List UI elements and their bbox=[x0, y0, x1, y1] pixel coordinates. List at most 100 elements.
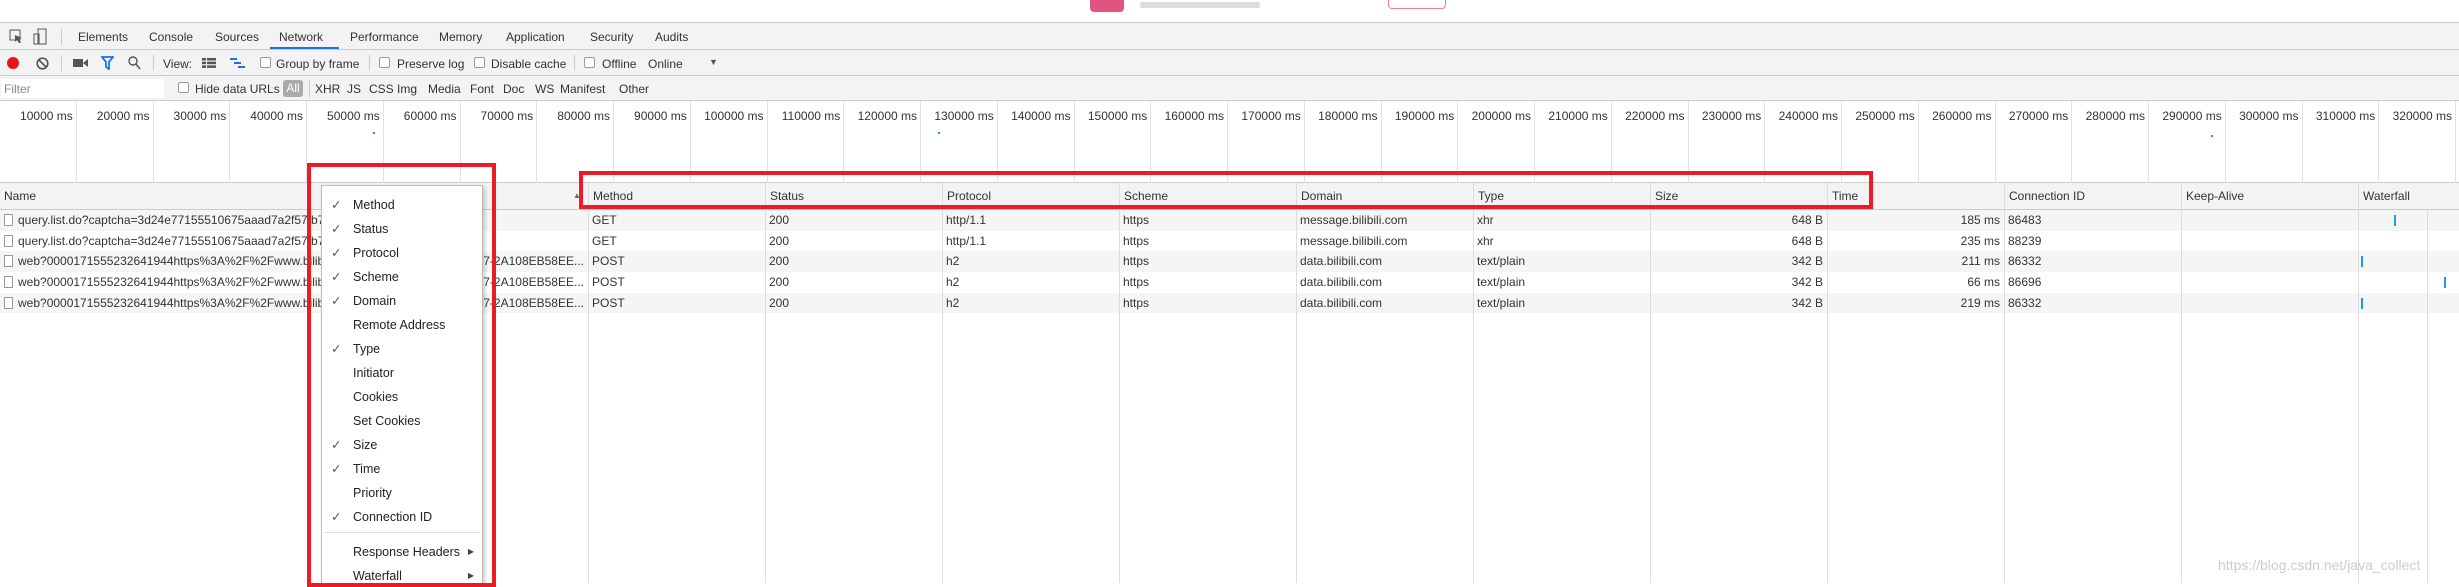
filter-type-font[interactable]: Font bbox=[470, 82, 494, 96]
tab-elements[interactable]: Elements bbox=[78, 30, 128, 44]
filter-type-js[interactable]: JS bbox=[347, 82, 361, 96]
filter-type-doc[interactable]: Doc bbox=[503, 82, 524, 96]
request-name: web?0000171555232641944https%3A%2F%2Fwww… bbox=[18, 254, 327, 269]
timeline-tick-label: 270000 ms bbox=[2008, 109, 2069, 123]
cell-name[interactable]: web?0000171555232641944https%3A%2F%2Fwww… bbox=[0, 251, 588, 272]
timeline-tick-label: 230000 ms bbox=[1701, 109, 1762, 123]
filter-type-xhr[interactable]: XHR bbox=[315, 82, 340, 96]
device-toolbar-icon[interactable] bbox=[33, 28, 47, 45]
divider bbox=[61, 28, 62, 45]
timeline-tick-label: 260000 ms bbox=[1932, 109, 1992, 123]
column-header-label: Name bbox=[4, 189, 37, 203]
preserve-log-checkbox[interactable] bbox=[379, 57, 390, 68]
cell-status: 200 bbox=[765, 231, 942, 252]
cell-domain: data.bilibili.com bbox=[1296, 251, 1473, 272]
view-label: View: bbox=[163, 57, 193, 71]
timeline-tick-label: 210000 ms bbox=[1548, 109, 1608, 123]
group-by-frame-checkbox[interactable] bbox=[260, 57, 271, 68]
disable-cache-checkbox[interactable] bbox=[474, 57, 485, 68]
tab-memory[interactable]: Memory bbox=[439, 30, 482, 44]
page-header-strip bbox=[0, 0, 2459, 23]
offline-checkbox[interactable] bbox=[584, 57, 595, 68]
timeline-tick-label: 10000 ms bbox=[20, 109, 73, 123]
cell-value: 200 bbox=[769, 295, 790, 310]
active-tab-indicator bbox=[270, 47, 339, 49]
search-icon[interactable] bbox=[128, 56, 141, 70]
timeline-tick-label: 20000 ms bbox=[96, 109, 150, 123]
timeline-tick-label: 250000 ms bbox=[1855, 109, 1915, 123]
column-divider bbox=[1473, 183, 1474, 583]
filter-type-css[interactable]: CSS bbox=[369, 82, 394, 96]
tab-audits[interactable]: Audits bbox=[655, 30, 688, 44]
filter-type-manifest[interactable]: Manifest bbox=[560, 82, 605, 96]
cell-keep-alive bbox=[2181, 231, 2358, 252]
cell-name[interactable]: web?0000171555232641944https%3A%2F%2Fwww… bbox=[0, 293, 588, 314]
cell-value: 219 ms bbox=[1960, 295, 2000, 310]
column-divider bbox=[1827, 183, 1828, 583]
cell-domain: data.bilibili.com bbox=[1296, 272, 1473, 293]
cell-value: data.bilibili.com bbox=[1300, 295, 1383, 310]
column-header-connection-id[interactable]: Connection ID bbox=[2004, 183, 2181, 210]
timeline-tick-label: 290000 ms bbox=[2162, 109, 2222, 123]
tab-console[interactable]: Console bbox=[149, 30, 193, 44]
cell-value: https bbox=[1123, 233, 1150, 248]
cell-protocol: h2 bbox=[942, 293, 1119, 314]
cell-status: 200 bbox=[765, 210, 942, 231]
column-divider bbox=[2358, 183, 2359, 583]
timeline-tick: 270000 ms bbox=[1996, 101, 2073, 183]
record-icon[interactable] bbox=[7, 57, 19, 69]
cell-connection-id: 86696 bbox=[2004, 272, 2181, 293]
filter-icon[interactable] bbox=[101, 56, 114, 70]
timeline-tick-label: 190000 ms bbox=[1394, 109, 1455, 123]
cell-time: 185 ms bbox=[1827, 210, 2004, 231]
column-header-name[interactable]: Name bbox=[0, 183, 588, 210]
tab-network[interactable]: Network bbox=[279, 30, 323, 44]
cell-value: https bbox=[1123, 254, 1150, 269]
cell-scheme: https bbox=[1119, 272, 1296, 293]
inspect-element-icon[interactable] bbox=[9, 29, 23, 44]
timeline-tick-label: 60000 ms bbox=[403, 109, 457, 123]
screenshot-camera-icon[interactable] bbox=[73, 58, 88, 68]
cell-value: POST bbox=[592, 275, 625, 290]
filter-type-all[interactable]: All bbox=[283, 80, 303, 97]
tab-security[interactable]: Security bbox=[590, 30, 633, 44]
filter-type-media[interactable]: Media bbox=[428, 82, 461, 96]
cell-value: 342 B bbox=[1791, 275, 1823, 290]
chevron-down-icon[interactable]: ▼ bbox=[709, 57, 718, 67]
timeline-tick: 280000 ms bbox=[2072, 101, 2149, 183]
column-header-keep-alive[interactable]: Keep-Alive bbox=[2181, 183, 2358, 210]
column-divider bbox=[2004, 183, 2005, 583]
hide-data-urls-checkbox[interactable] bbox=[178, 82, 189, 93]
devtools-tab-bar: Elements Console Sources Network Performance… bbox=[0, 23, 2459, 50]
tab-performance[interactable]: Performance bbox=[350, 30, 419, 44]
throttling-select[interactable]: Online bbox=[648, 57, 683, 71]
tab-sources[interactable]: Sources bbox=[215, 30, 259, 44]
cell-value: 342 B bbox=[1791, 295, 1823, 310]
cell-name[interactable]: query.list.do?captcha=3d24e77155510675aa… bbox=[0, 210, 588, 231]
timeline-tick: 260000 ms bbox=[1919, 101, 1996, 183]
cell-value: https bbox=[1123, 213, 1150, 227]
filter-input[interactable] bbox=[1, 79, 164, 98]
filter-type-img[interactable]: Img bbox=[397, 82, 417, 96]
column-divider bbox=[765, 183, 766, 583]
file-icon bbox=[4, 214, 13, 226]
filter-type-ws[interactable]: WS bbox=[535, 82, 554, 96]
large-rows-icon[interactable] bbox=[202, 58, 216, 68]
cell-name[interactable]: web?0000171555232641944https%3A%2F%2Fwww… bbox=[0, 272, 588, 293]
cell-value: 88239 bbox=[2008, 233, 2042, 248]
divider bbox=[153, 55, 154, 71]
column-header-waterfall[interactable]: Waterfall bbox=[2358, 183, 2459, 210]
tab-application[interactable]: Application bbox=[506, 30, 565, 44]
column-header-label: Keep-Alive bbox=[2186, 189, 2245, 203]
cell-size: 342 B bbox=[1650, 251, 1827, 272]
cell-status: 200 bbox=[765, 293, 942, 314]
cell-name[interactable]: query.list.do?captcha=3d24e77155510675aa… bbox=[0, 231, 588, 252]
hide-data-urls-label: Hide data URLs bbox=[195, 82, 280, 96]
filter-type-other[interactable]: Other bbox=[619, 82, 649, 96]
timeline-tick-label: 170000 ms bbox=[1241, 109, 1301, 123]
cell-value: h2 bbox=[946, 295, 960, 310]
overview-waterfall-icon[interactable] bbox=[230, 58, 245, 68]
clear-icon[interactable] bbox=[36, 57, 49, 70]
page-button[interactable] bbox=[1388, 0, 1446, 9]
cell-value: 200 bbox=[769, 233, 790, 248]
